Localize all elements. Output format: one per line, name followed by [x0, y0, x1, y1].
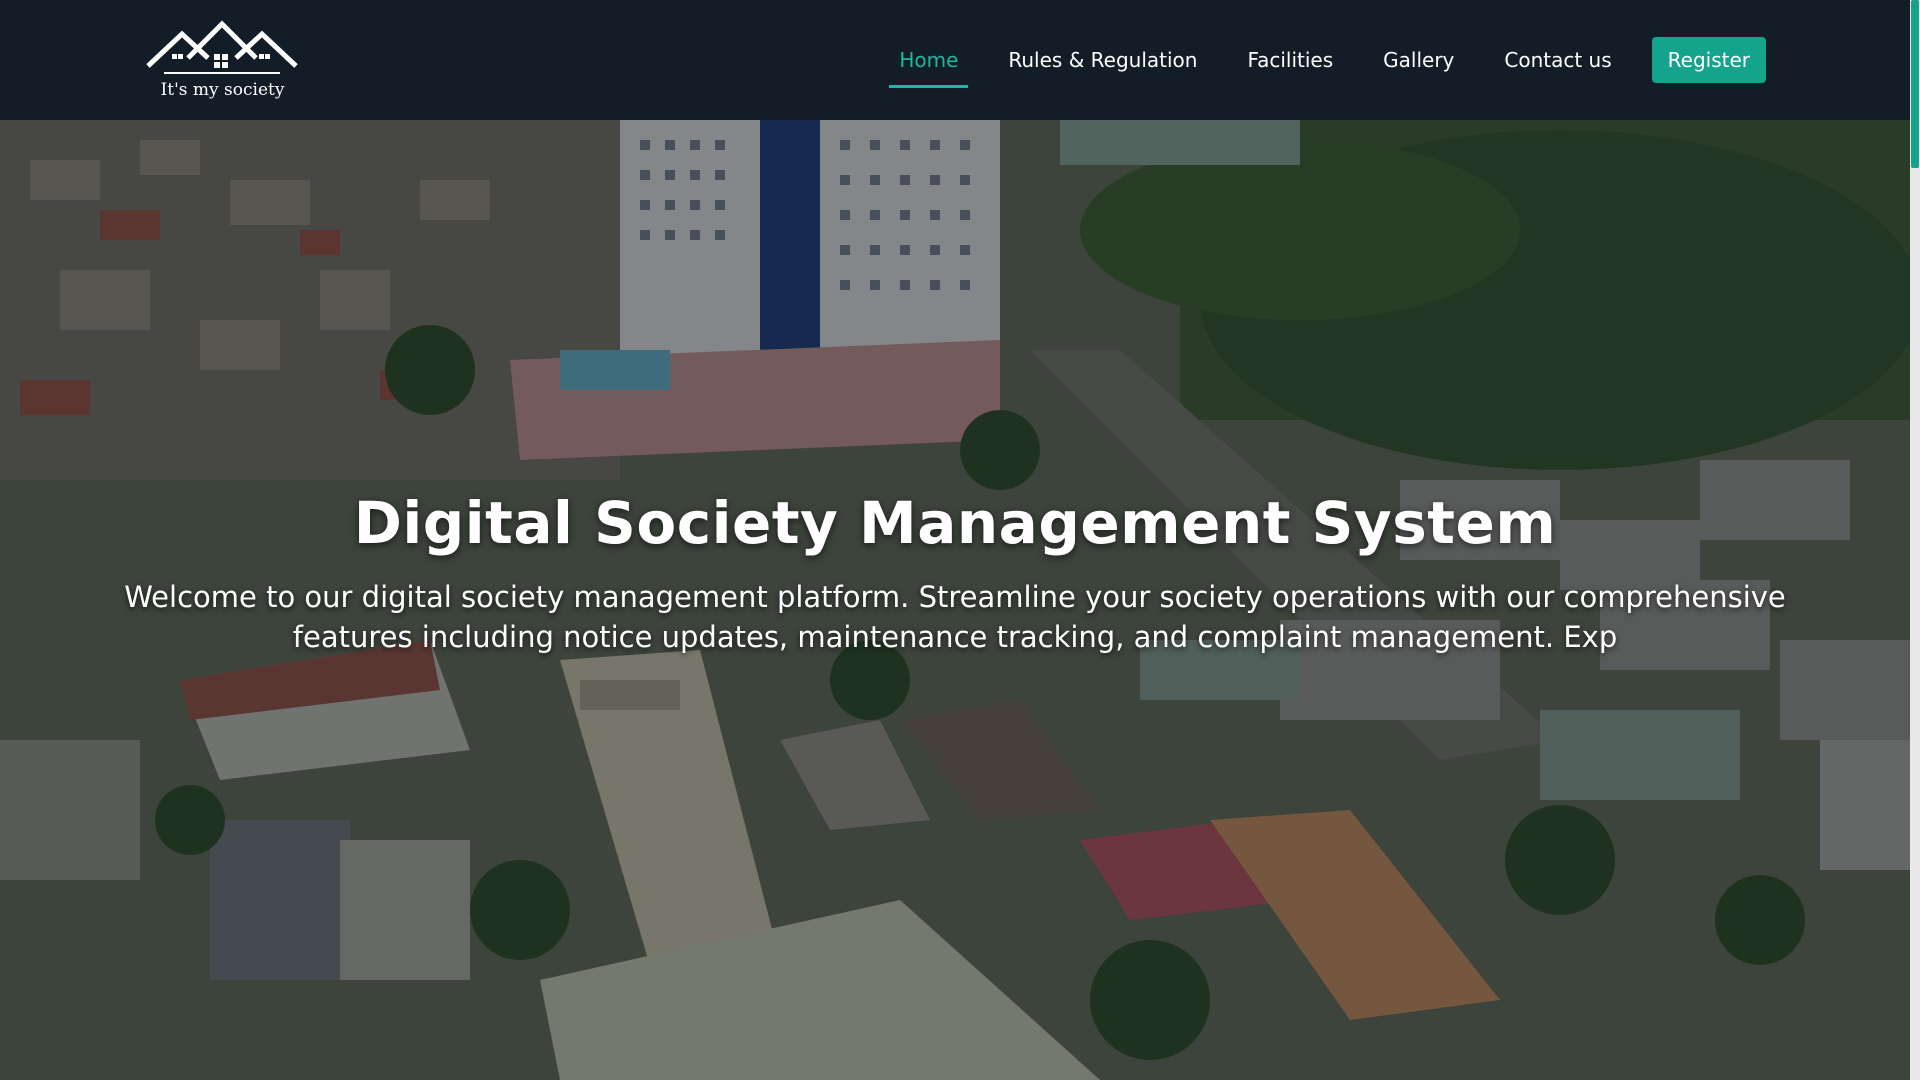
page-scrollbar[interactable]	[1910, 0, 1920, 1080]
nav-home[interactable]: Home	[889, 48, 969, 88]
site-logo[interactable]: It's my society	[140, 18, 305, 108]
hero-description: Welcome to our digital society managemen…	[124, 580, 1786, 654]
main-nav: Home Rules & Regulation Facilities Galle…	[849, 36, 1766, 88]
nav-facilities[interactable]: Facilities	[1247, 48, 1333, 72]
hero-title: Digital Society Management System	[353, 488, 1557, 557]
register-button[interactable]: Register	[1651, 37, 1766, 83]
nav-rules-regulation[interactable]: Rules & Regulation	[1008, 48, 1197, 72]
nav-gallery[interactable]: Gallery	[1383, 48, 1454, 72]
nav-contact-us[interactable]: Contact us	[1504, 48, 1611, 72]
site-header: It's my society Home Rules & Regulation …	[0, 0, 1910, 120]
house-roofs-icon	[146, 20, 298, 74]
landing-page: It's my society Home Rules & Regulation …	[0, 0, 1920, 1080]
hero-section: Digital Society Management System Welcom…	[0, 120, 1910, 1080]
logo-tagline: It's my society	[160, 80, 285, 100]
scrollbar-thumb[interactable]	[1911, 0, 1919, 168]
